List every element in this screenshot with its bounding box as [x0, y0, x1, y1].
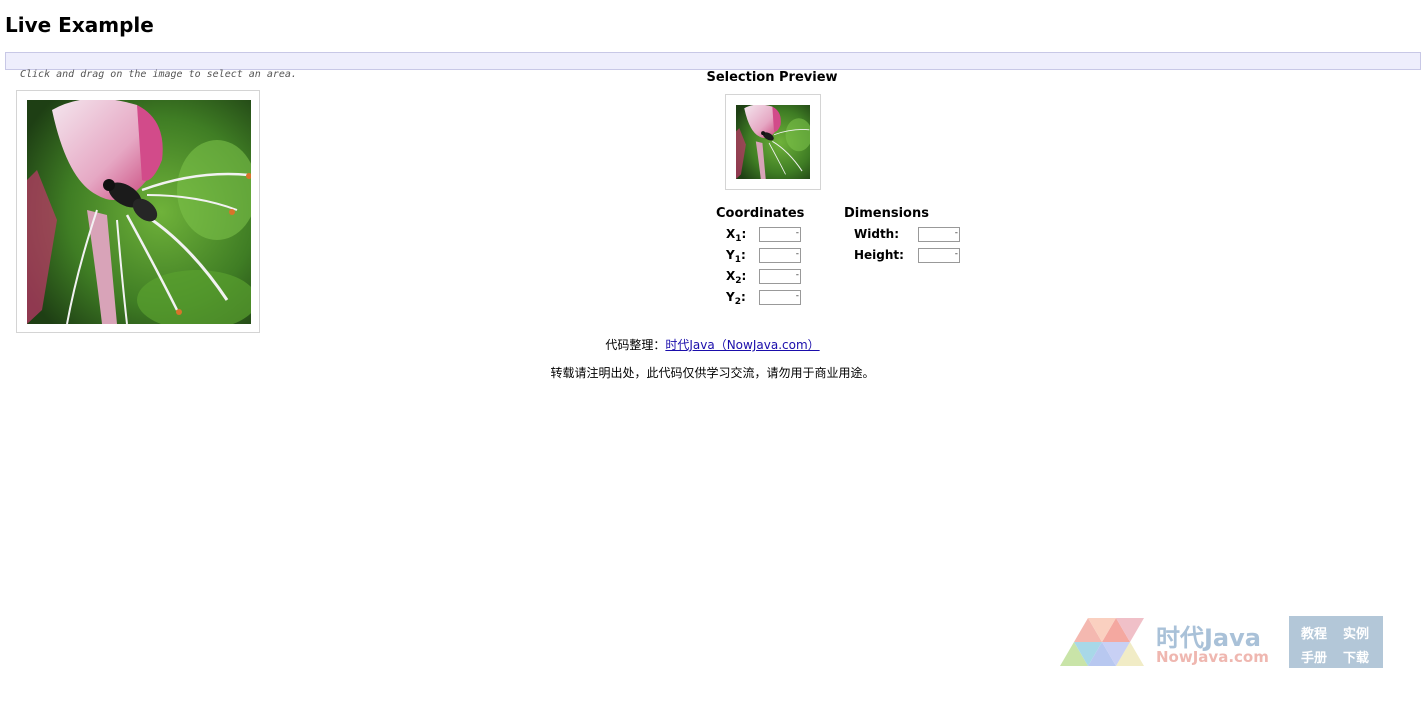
- logo-tutorial-label: 教程: [1301, 627, 1328, 642]
- page-title: Live Example: [5, 13, 154, 37]
- dimensions-heading: Dimensions: [844, 206, 929, 221]
- y2-label: Y2:: [726, 290, 746, 307]
- x2-field[interactable]: -: [759, 269, 801, 284]
- image-frame: [16, 90, 260, 333]
- credit-line: 代码整理：时代Java（NowJava.com）: [0, 336, 1425, 353]
- instruction-hint: Click and drag on the image to select an…: [20, 69, 297, 80]
- copyright-notice: 转载请注明出处，此代码仅供学习交流，请勿用于商业用途。: [550, 366, 875, 380]
- credit-prefix: 代码整理：: [605, 338, 666, 352]
- preview-title: Selection Preview: [706, 70, 838, 85]
- y1-field[interactable]: -: [759, 248, 801, 263]
- y2-field[interactable]: -: [759, 290, 801, 305]
- coordinates-heading: Coordinates: [716, 206, 805, 221]
- nowjava-logo: 时代Java NowJava.com 教程 实例 手册 下载: [1060, 616, 1390, 668]
- selection-preview-image: [736, 105, 810, 179]
- logo-download-label: 下载: [1343, 651, 1370, 666]
- x2-label: X2:: [726, 269, 747, 286]
- width-field[interactable]: -: [918, 227, 960, 242]
- x1-label: X1:: [726, 227, 747, 244]
- y1-label: Y1:: [726, 248, 746, 265]
- triangle-logo-icon: [1060, 618, 1144, 666]
- crop-target-image[interactable]: [27, 100, 251, 324]
- x1-field[interactable]: -: [759, 227, 801, 242]
- logo-example-label: 实例: [1343, 627, 1370, 642]
- height-label: Height:: [854, 248, 904, 262]
- logo-english-text: NowJava.com: [1156, 648, 1269, 666]
- page: Live Example Click and drag on the image…: [0, 0, 1425, 718]
- preview-frame: [725, 94, 821, 190]
- logo-category-box: 教程 实例 手册 下载: [1289, 616, 1383, 668]
- logo-manual-label: 手册: [1301, 651, 1328, 666]
- width-label: Width:: [854, 227, 900, 241]
- nowjava-link[interactable]: 时代Java（NowJava.com）: [665, 338, 819, 352]
- toolbar-strip: [5, 52, 1421, 70]
- height-field[interactable]: -: [918, 248, 960, 263]
